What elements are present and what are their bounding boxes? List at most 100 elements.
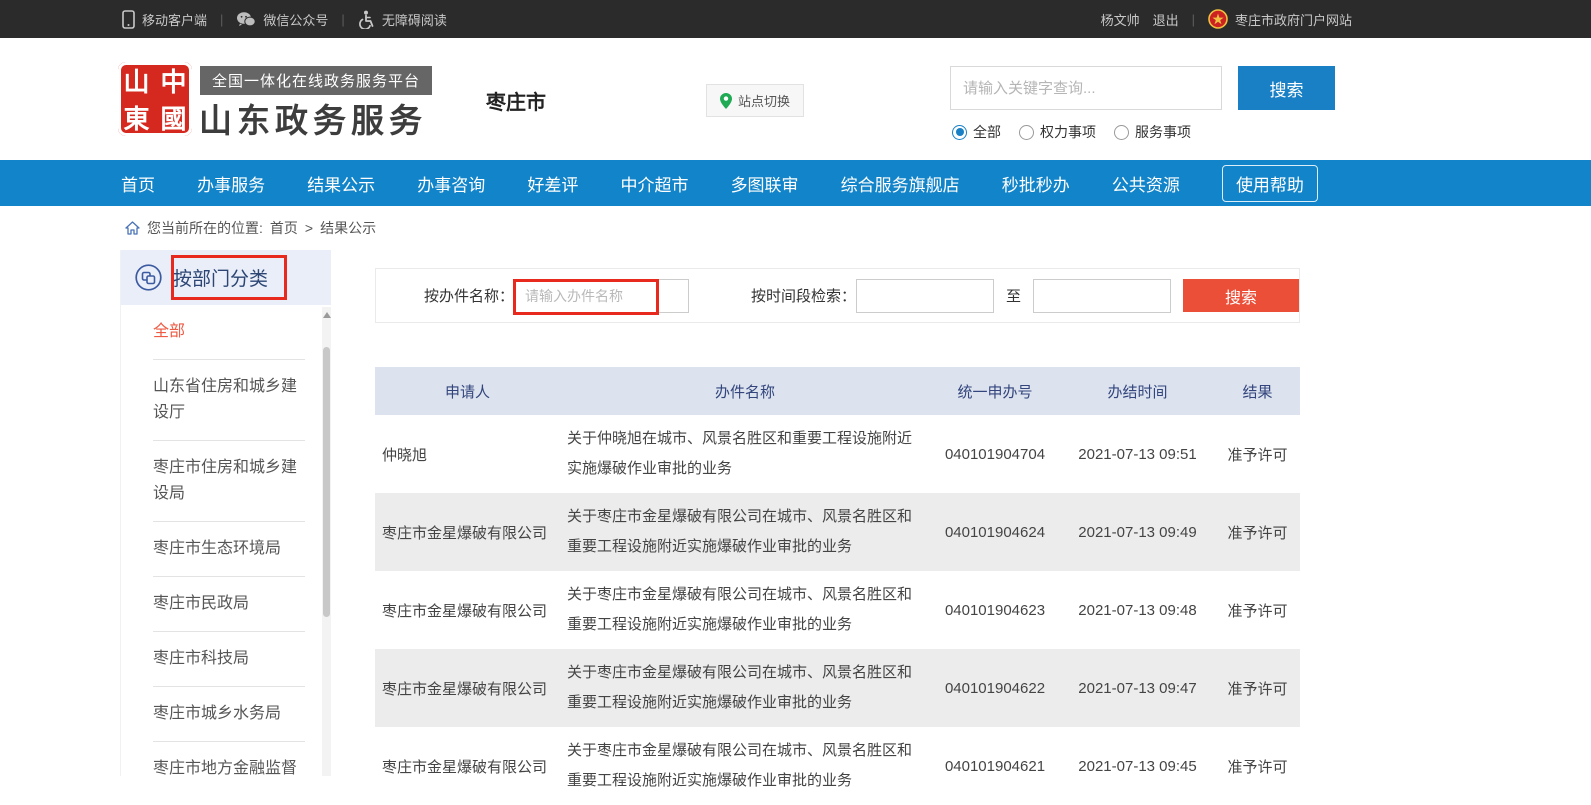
- sidebar-item[interactable]: 山东省住房和城乡建设厅: [153, 360, 305, 441]
- table-header-row: 申请人办件名称统一申办号办结时间结果: [375, 367, 1300, 415]
- table-row[interactable]: 枣庄市金星爆破有限公司关于枣庄市金星爆破有限公司在城市、风景名胜区和重要工程设施…: [375, 571, 1300, 649]
- cell-time: 2021-07-13 09:49: [1060, 524, 1215, 541]
- sidebar-item[interactable]: 枣庄市地方金融监督管理局: [153, 742, 305, 776]
- sidebar-item[interactable]: 枣庄市住房和城乡建设局: [153, 441, 305, 522]
- nav-item[interactable]: 公共资源: [1112, 171, 1180, 196]
- radio-option[interactable]: 全部: [952, 122, 1001, 142]
- platform-badge: 全国一体化在线政务服务平台: [200, 66, 432, 95]
- department-sidebar: 按部门分类 全部山东省住房和城乡建设厅枣庄市住房和城乡建设局枣庄市生态环境局枣庄…: [120, 250, 331, 776]
- main-nav: 首页 办事服务 结果公示 办事咨询 好差评 中介超市 多图联审 综合服务旗舰店 秒批秒办 公共资源…: [0, 160, 1591, 206]
- breadcrumb-home-link[interactable]: 首页: [270, 218, 298, 238]
- site-switch-button[interactable]: 站点切换: [706, 84, 804, 117]
- wechat-link[interactable]: 微信公众号: [236, 10, 328, 29]
- column-header: 统一申办号: [930, 381, 1060, 402]
- sidebar-scrollbar[interactable]: [322, 307, 331, 776]
- cell-result: 准予许可: [1215, 522, 1300, 543]
- nav-item[interactable]: 秒批秒办: [1002, 171, 1070, 196]
- radio-icon: [1019, 125, 1034, 140]
- accessibility-label: 无障碍阅读: [382, 10, 447, 29]
- cell-time: 2021-07-13 09:47: [1060, 680, 1215, 697]
- sidebar-item[interactable]: 枣庄市民政局: [153, 577, 305, 632]
- portal-label: 枣庄市政府门户网站: [1235, 10, 1352, 29]
- sidebar-item[interactable]: 枣庄市科技局: [153, 632, 305, 687]
- to-label: 至: [1006, 285, 1021, 306]
- nav-item[interactable]: 综合服务旗舰店: [841, 171, 960, 196]
- scrollbar-up-arrow-icon[interactable]: [323, 312, 331, 318]
- page-content: 按部门分类 全部山东省住房和城乡建设厅枣庄市住房和城乡建设局枣庄市生态环境局枣庄…: [0, 250, 1591, 776]
- portal-link[interactable]: 枣庄市政府门户网站: [1208, 9, 1352, 29]
- filter-search-button[interactable]: 搜索: [1183, 279, 1299, 312]
- mobile-icon: [122, 10, 135, 29]
- nav-item[interactable]: 首页: [121, 171, 155, 196]
- sidebar-item[interactable]: 枣庄市生态环境局: [153, 522, 305, 577]
- cell-time: 2021-07-13 09:48: [1060, 602, 1215, 619]
- column-header: 办结时间: [1060, 381, 1215, 402]
- search-scope-radios: 全部权力事项服务事项: [952, 122, 1191, 142]
- radio-option[interactable]: 权力事项: [1019, 122, 1096, 142]
- time-to-input[interactable]: [1033, 279, 1171, 313]
- site-header: 山 中 東 國 全国一体化在线政务服务平台 山东政务服务 枣庄市 站点切换 搜索…: [0, 38, 1591, 160]
- case-name-input[interactable]: [514, 279, 689, 313]
- cell-result: 准予许可: [1215, 444, 1300, 465]
- keyword-search-input[interactable]: [950, 66, 1222, 110]
- sidebar-item[interactable]: 全部: [153, 305, 305, 360]
- table-row[interactable]: 仲晓旭关于仲晓旭在城市、风景名胜区和重要工程设施附近实施爆破作业审批的业务040…: [375, 415, 1300, 493]
- results-main: 按办件名称： 按时间段检索： 至 搜索 申请人办件名称统一申办号办结时间结果 仲…: [375, 268, 1300, 805]
- nav-item[interactable]: 办事服务: [197, 171, 265, 196]
- mobile-client-label: 移动客户端: [142, 10, 207, 29]
- national-emblem-icon: [1208, 9, 1228, 29]
- results-table: 申请人办件名称统一申办号办结时间结果 仲晓旭关于仲晓旭在城市、风景名胜区和重要工…: [375, 367, 1300, 805]
- username-link[interactable]: 杨文帅: [1101, 10, 1140, 29]
- header-search-button[interactable]: 搜索: [1238, 66, 1335, 110]
- cell-id: 040101904622: [930, 680, 1060, 697]
- topbar-separator: |: [1192, 12, 1195, 27]
- nav-item[interactable]: 好差评: [527, 171, 578, 196]
- cell-applicant: 枣庄市金星爆破有限公司: [375, 756, 560, 777]
- radio-selected-icon: [952, 125, 967, 140]
- table-row[interactable]: 枣庄市金星爆破有限公司关于枣庄市金星爆破有限公司在城市、风景名胜区和重要工程设施…: [375, 493, 1300, 571]
- city-name: 枣庄市: [486, 86, 546, 115]
- nav-item[interactable]: 办事咨询: [417, 171, 485, 196]
- site-switch-label: 站点切换: [738, 91, 790, 110]
- breadcrumb-separator: >: [305, 220, 313, 236]
- cell-id: 040101904624: [930, 524, 1060, 541]
- topbar-right-group: 杨文帅 退出 | 枣庄市政府门户网站: [1101, 9, 1352, 29]
- cell-id: 040101904623: [930, 602, 1060, 619]
- table-row[interactable]: 枣庄市金星爆破有限公司关于枣庄市金星爆破有限公司在城市、风景名胜区和重要工程设施…: [375, 649, 1300, 727]
- cell-id: 040101904704: [930, 446, 1060, 463]
- cell-result: 准予许可: [1215, 600, 1300, 621]
- help-button[interactable]: 使用帮助: [1222, 165, 1318, 202]
- cell-title: 关于枣庄市金星爆破有限公司在城市、风景名胜区和重要工程设施附近实施爆破作业审批的…: [560, 736, 930, 796]
- cell-title: 关于仲晓旭在城市、风景名胜区和重要工程设施附近实施爆破作业审批的业务: [560, 424, 930, 484]
- cell-id: 040101904621: [930, 758, 1060, 775]
- accessibility-icon: [358, 10, 375, 29]
- sidebar-item[interactable]: 枣庄市城乡水务局: [153, 687, 305, 742]
- nav-item[interactable]: 多图联审: [731, 171, 799, 196]
- radio-label: 全部: [973, 122, 1001, 142]
- column-header: 办件名称: [560, 381, 930, 402]
- mobile-client-link[interactable]: 移动客户端: [122, 10, 207, 29]
- column-header: 结果: [1215, 381, 1300, 402]
- topbar-separator: |: [220, 12, 223, 27]
- logout-link[interactable]: 退出: [1153, 10, 1179, 29]
- time-from-input[interactable]: [856, 279, 994, 313]
- cell-applicant: 仲晓旭: [375, 444, 560, 465]
- accessibility-link[interactable]: 无障碍阅读: [358, 10, 447, 29]
- column-header: 申请人: [375, 381, 560, 402]
- sidebar-title: 按部门分类: [173, 264, 268, 291]
- table-row[interactable]: 枣庄市金星爆破有限公司关于枣庄市金星爆破有限公司在城市、风景名胜区和重要工程设施…: [375, 727, 1300, 805]
- cell-result: 准予许可: [1215, 678, 1300, 699]
- cell-time: 2021-07-13 09:51: [1060, 446, 1215, 463]
- seal-char: 國: [160, 99, 186, 136]
- nav-item[interactable]: 中介超市: [620, 171, 688, 196]
- seal-char: 山: [123, 62, 149, 99]
- wechat-label: 微信公众号: [263, 10, 328, 29]
- cell-applicant: 枣庄市金星爆破有限公司: [375, 678, 560, 699]
- radio-option[interactable]: 服务事项: [1114, 122, 1191, 142]
- topbar-separator: |: [341, 12, 344, 27]
- nav-item[interactable]: 结果公示: [307, 171, 375, 196]
- scrollbar-thumb[interactable]: [323, 347, 330, 617]
- cell-applicant: 枣庄市金星爆破有限公司: [375, 600, 560, 621]
- department-category-icon: [135, 264, 162, 291]
- seal-char: 中: [160, 62, 186, 99]
